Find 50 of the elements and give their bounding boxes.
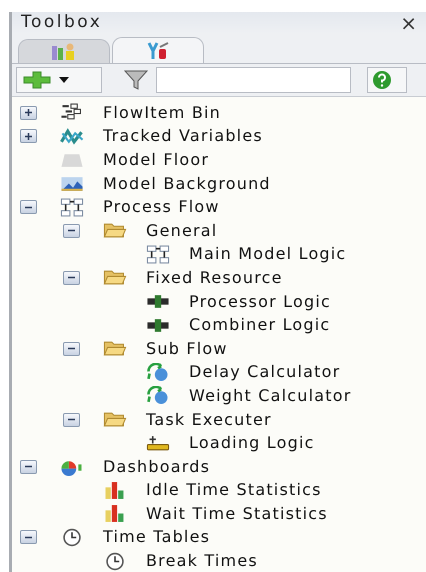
- search-field[interactable]: [156, 67, 351, 93]
- plus-icon: [24, 108, 33, 118]
- tree-item[interactable]: Model Floor: [103, 150, 210, 170]
- collapse-toggle[interactable]: [20, 200, 37, 214]
- tree-item[interactable]: Wait Time Statistics: [146, 504, 328, 524]
- window-title: Toolbox: [21, 11, 102, 34]
- wave-icon: [59, 126, 85, 146]
- tree-item[interactable]: Weight Calculator: [189, 386, 352, 406]
- help-icon: [372, 70, 392, 90]
- folder-icon: [102, 268, 128, 288]
- flowchart-icon: [59, 198, 85, 217]
- tools-icon: [146, 40, 170, 60]
- expand-toggle[interactable]: [20, 106, 37, 120]
- tree-item[interactable]: Fixed Resource: [146, 268, 283, 288]
- tree-item[interactable]: Idle Time Statistics: [146, 480, 322, 500]
- tree-item[interactable]: Combiner Logic: [189, 315, 330, 336]
- collapse-toggle[interactable]: [63, 270, 80, 285]
- tree-item[interactable]: Sub Flow: [146, 338, 228, 359]
- tree-item[interactable]: Loading Logic: [189, 433, 315, 454]
- folder-icon: [102, 339, 128, 358]
- close-button[interactable]: ×: [400, 13, 417, 33]
- plus-icon: [23, 71, 51, 89]
- help-button[interactable]: [367, 67, 407, 93]
- tree-item[interactable]: FlowItem Bin: [103, 102, 221, 123]
- tree-item[interactable]: Process Flow: [103, 197, 220, 218]
- folder-icon: [102, 221, 128, 240]
- folder-icon: [102, 410, 128, 430]
- plus-icon: [24, 132, 33, 141]
- tab[interactable]: [112, 37, 204, 63]
- caret-icon: [59, 77, 69, 83]
- add-dropdown-button[interactable]: [16, 67, 102, 93]
- collapse-toggle[interactable]: [20, 530, 37, 544]
- collapse-toggle[interactable]: [63, 412, 80, 427]
- tree-item[interactable]: Main Model Logic: [189, 244, 346, 264]
- tree-item[interactable]: Break Times: [146, 551, 258, 572]
- tree-item[interactable]: General: [146, 220, 218, 241]
- tree-item[interactable]: Task Executer: [146, 410, 272, 430]
- tree-item[interactable]: Time Tables: [103, 527, 210, 548]
- landscape-icon: [59, 174, 85, 194]
- tree-item[interactable]: Delay Calculator: [189, 362, 340, 382]
- tree-item[interactable]: Dashboards: [103, 456, 210, 477]
- tree-item[interactable]: Processor Logic: [189, 292, 331, 312]
- collapse-toggle[interactable]: [63, 342, 80, 356]
- collapse-toggle[interactable]: [63, 224, 80, 238]
- filter-icon: [124, 70, 148, 90]
- tree-item[interactable]: Tracked Variables: [103, 126, 263, 146]
- tree-item[interactable]: Model Background: [103, 174, 271, 194]
- flowchart-icon: [145, 244, 171, 264]
- collapse-toggle[interactable]: [20, 460, 37, 474]
- expand-toggle[interactable]: [20, 129, 37, 144]
